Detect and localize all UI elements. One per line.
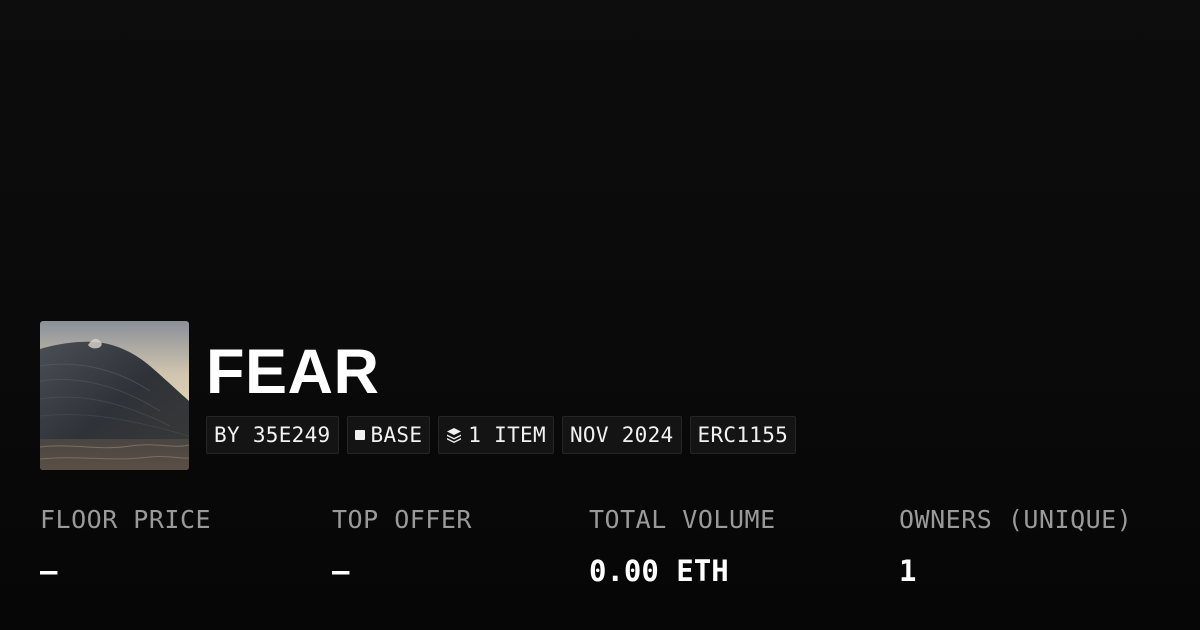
stat-owners: OWNERS (UNIQUE) 1 [899,505,1132,588]
creator-badge[interactable]: BY 35E249 [206,416,339,454]
items-badge: 1 ITEM [438,416,554,454]
date-badge: NOV 2024 [561,416,682,454]
chain-badge[interactable]: BASE [346,416,431,454]
chain-label: BASE [370,423,423,447]
stat-floor-price: FLOOR PRICE — [40,505,211,588]
collection-thumbnail [40,321,189,470]
standard-badge: ERC1155 [689,416,797,454]
stat-value: — [332,554,350,588]
stat-label: TOP OFFER [332,505,472,534]
stat-label: FLOOR PRICE [40,505,212,534]
stat-total-volume: TOTAL VOLUME 0.00 ETH [589,505,776,588]
square-icon [354,430,365,440]
collection-badges: BY 35E249 BASE 1 ITEM NOV 2024 ERC1155 [206,416,797,454]
stat-top-offer: TOP OFFER — [332,505,472,588]
stat-label: TOTAL VOLUME [589,505,776,534]
stat-value: 0.00 ETH [589,554,729,588]
stat-label: OWNERS (UNIQUE) [899,505,1133,534]
layers-icon [446,427,462,443]
standard-label: ERC1155 [697,423,789,447]
stats-row: FLOOR PRICE — TOP OFFER — TOTAL VOLUME 0… [0,505,1200,605]
stat-value: 1 [899,554,917,588]
collection-title: FEAR [206,337,380,407]
collection-info: FEAR BY 35E249 BASE 1 ITEM NOV 2024 ERC1… [206,321,797,454]
collection-header: FEAR BY 35E249 BASE 1 ITEM NOV 2024 ERC1… [40,321,797,470]
date-label: NOV 2024 [569,423,674,447]
creator-label: BY 35E249 [214,423,331,447]
stat-value: — [40,554,58,588]
items-label: 1 ITEM [468,423,546,447]
